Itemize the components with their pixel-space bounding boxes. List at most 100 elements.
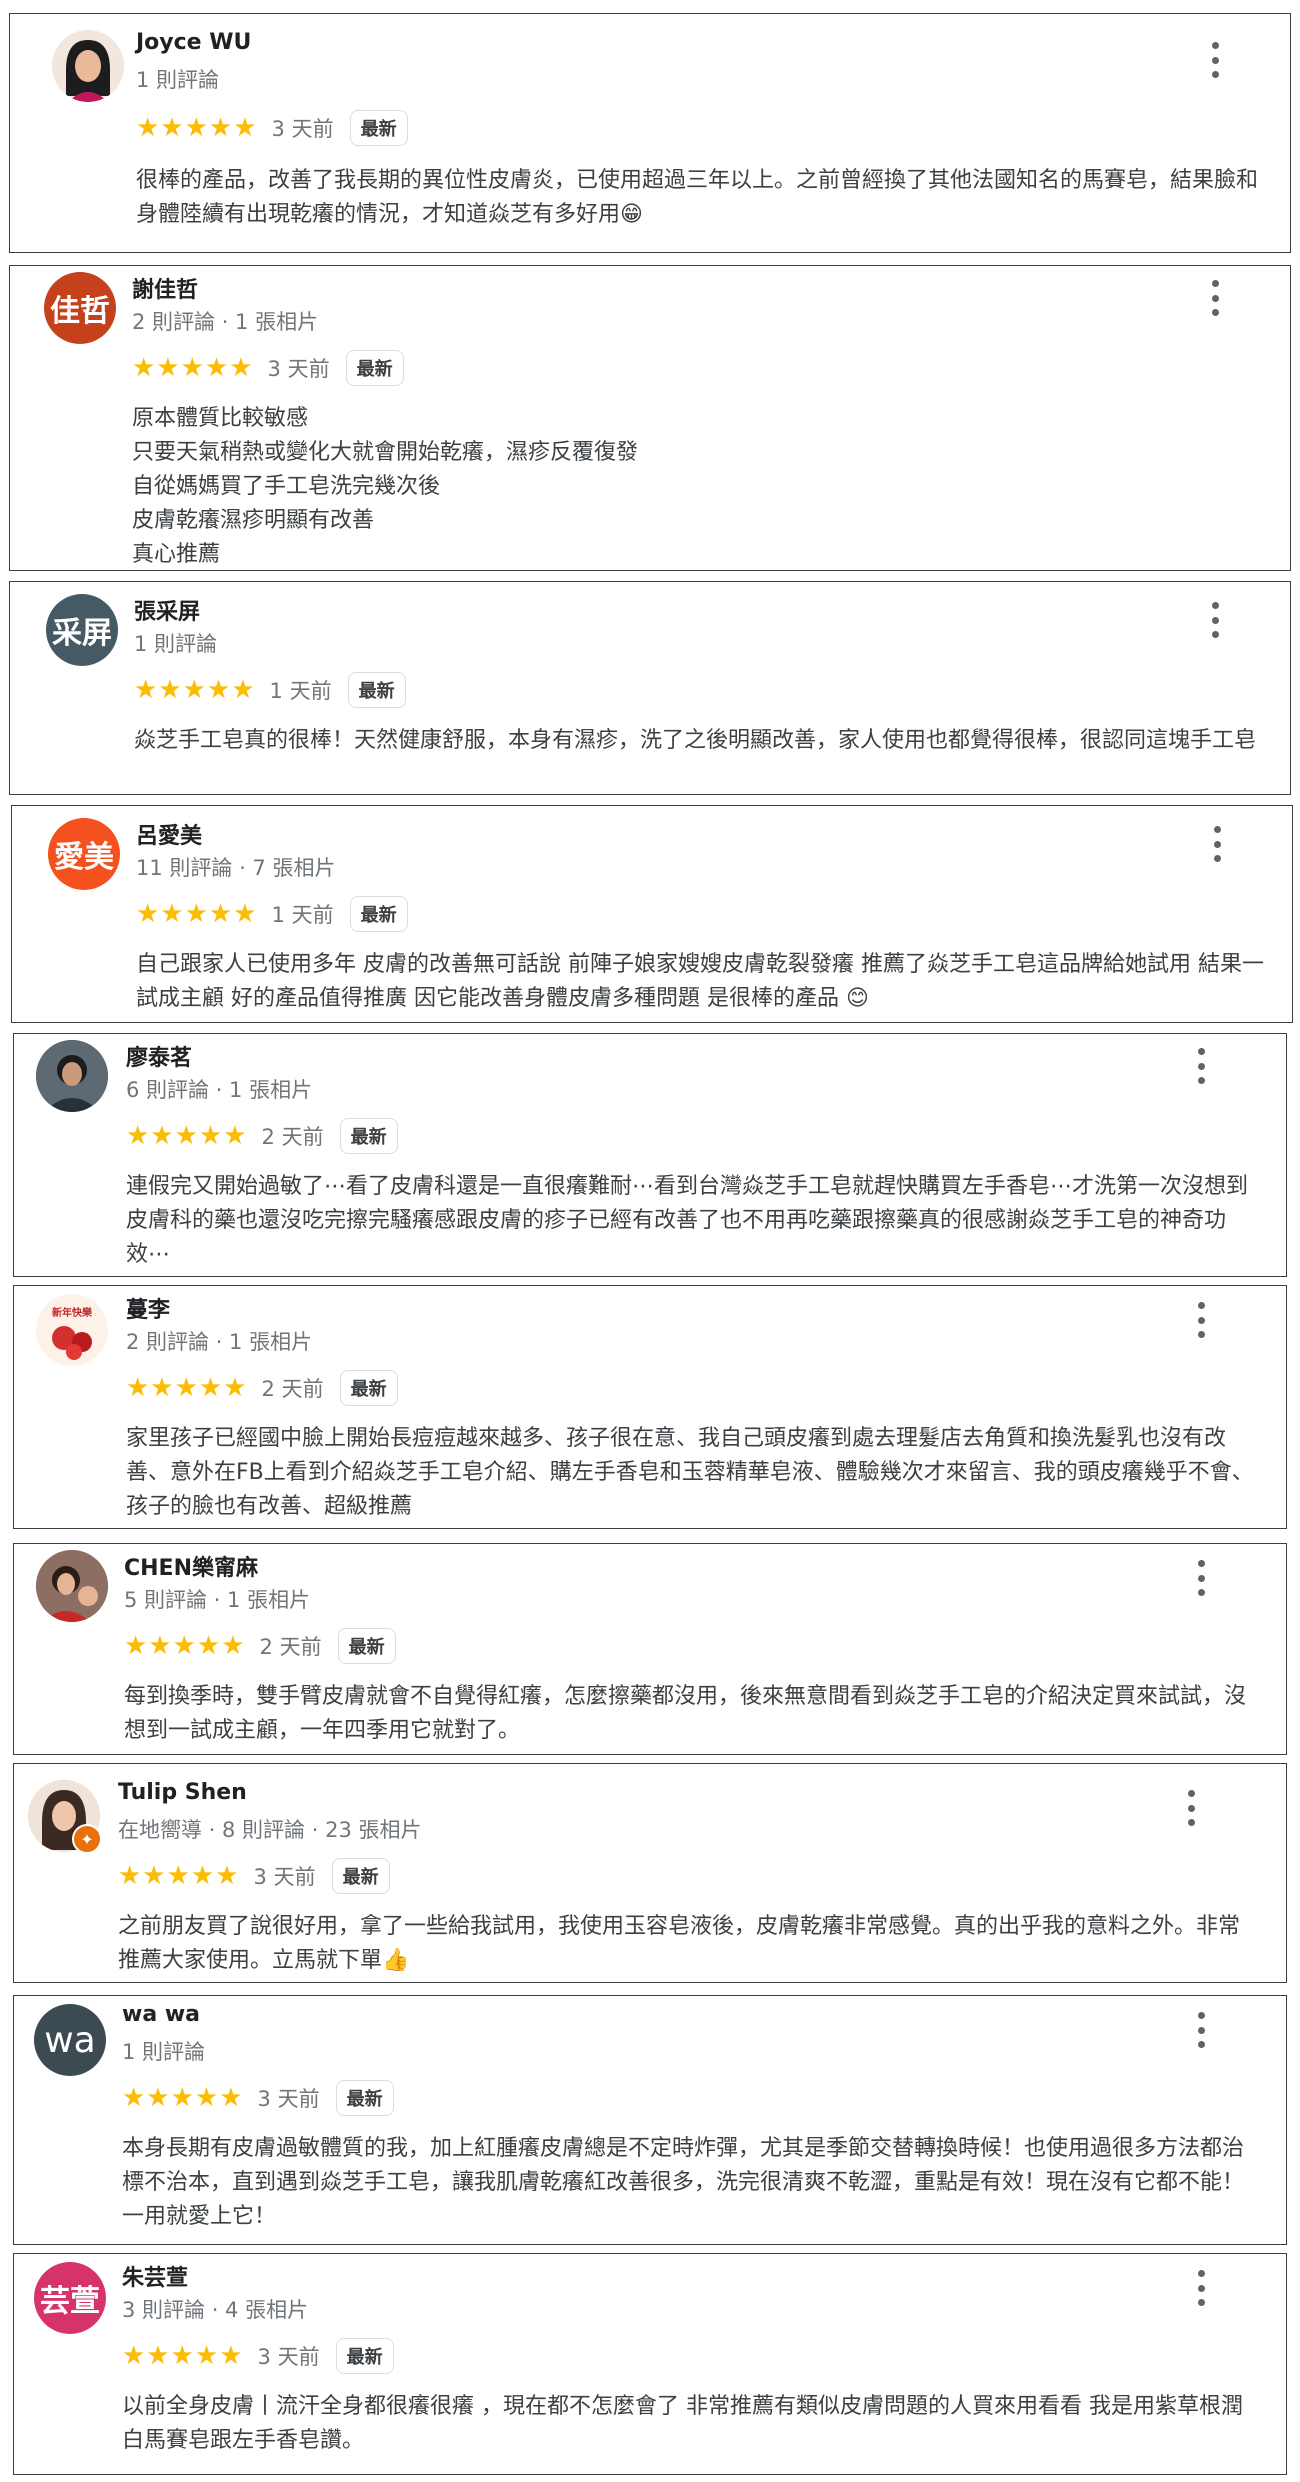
reviewer-name[interactable]: 謝佳哲 bbox=[132, 272, 198, 304]
rating-row: ★★★★★ 3 天前 最新 bbox=[132, 350, 404, 386]
review-text: 連假完又開始過敏了⋯看了皮膚科還是一直很癢難耐⋯看到台灣焱芝手工皂就趕快購買左手… bbox=[126, 1174, 1249, 1267]
more-options-icon[interactable] bbox=[1212, 826, 1222, 862]
more-options-icon[interactable] bbox=[1196, 1560, 1206, 1596]
star-rating: ★★★★★ bbox=[134, 675, 256, 705]
avatar[interactable]: wa bbox=[34, 2004, 106, 2076]
latest-badge: 最新 bbox=[339, 1118, 398, 1154]
avatar[interactable]: 佳哲 bbox=[44, 272, 116, 344]
review-card: 新年快樂 蔓李 2 則評論 · 1 張相片 ★★★★★ 2 天前 最新 家里孩子… bbox=[13, 1285, 1287, 1529]
reviewer-name[interactable]: Tulip Shen bbox=[118, 1780, 247, 1805]
reviewer-name[interactable]: 廖泰茗 bbox=[126, 1040, 192, 1072]
review-card: ✦ Tulip Shen 在地嚮導 · 8 則評論 · 23 張相片 ★★★★★… bbox=[13, 1763, 1287, 1983]
avatar[interactable] bbox=[36, 1550, 108, 1622]
review-time: 3 天前 bbox=[271, 117, 334, 141]
review-text: 自己跟家人已使用多年 皮膚的改善無可話說 前陣子娘家嫂嫂皮膚乾裂發癢 推薦了焱芝… bbox=[136, 952, 1264, 1011]
review-card: 佳哲 謝佳哲 2 則評論 · 1 張相片 ★★★★★ 3 天前 最新 原本體質比… bbox=[9, 265, 1291, 571]
more-options-icon[interactable] bbox=[1196, 2012, 1206, 2048]
avatar[interactable] bbox=[52, 30, 124, 102]
reviewer-name[interactable]: 張采屏 bbox=[134, 594, 200, 626]
avatar-initials: 采屏 bbox=[52, 616, 112, 651]
latest-badge: 最新 bbox=[331, 1858, 390, 1894]
reviewer-name[interactable]: 朱芸萱 bbox=[122, 2260, 188, 2292]
review-text: 之前朋友買了說很好用，拿了一些給我試用，我使用玉容皂液後，皮膚乾癢非常感覺。真的… bbox=[118, 1914, 1241, 1973]
review-time: 3 天前 bbox=[267, 357, 330, 381]
rating-row: ★★★★★ 3 天前 最新 bbox=[136, 110, 408, 146]
reviewer-meta: 6 則評論 · 1 張相片 bbox=[126, 1078, 313, 1102]
star-rating: ★★★★★ bbox=[122, 2341, 244, 2371]
review-card: CHEN樂甯麻 5 則評論 · 1 張相片 ★★★★★ 2 天前 最新 每到換季… bbox=[13, 1543, 1287, 1755]
rating-row: ★★★★★ 2 天前 最新 bbox=[126, 1118, 398, 1154]
review-time: 3 天前 bbox=[257, 2345, 320, 2369]
reviewer-meta: 11 則評論 · 7 張相片 bbox=[136, 856, 336, 880]
reviewer-meta: 5 則評論 · 1 張相片 bbox=[124, 1588, 311, 1612]
reviewer-meta: 1 則評論 bbox=[134, 632, 218, 656]
reviewer-meta: 2 則評論 · 1 張相片 bbox=[126, 1330, 313, 1354]
more-options-icon[interactable] bbox=[1196, 1048, 1206, 1084]
review-time: 2 天前 bbox=[259, 1635, 322, 1659]
star-rating: ★★★★★ bbox=[126, 1373, 248, 1403]
review-text: 每到換季時，雙手臂皮膚就會不自覺得紅癢，怎麼擦藥都沒用，後來無意間看到焱芝手工皂… bbox=[124, 1684, 1247, 1743]
avatar-initials: wa bbox=[44, 2019, 96, 2061]
latest-badge: 最新 bbox=[335, 2080, 394, 2116]
avatar[interactable]: 新年快樂 bbox=[36, 1294, 108, 1366]
latest-badge: 最新 bbox=[347, 672, 406, 708]
review-text: 焱芝手工皂真的很棒！天然健康舒服，本身有濕疹，洗了之後明顯改善，家人使用也都覺得… bbox=[134, 728, 1257, 753]
more-options-icon[interactable] bbox=[1210, 42, 1220, 78]
review-text: 原本體質比較敏感 只要天氣稍熱或變化大就會開始乾癢，濕疹反覆復發 自從媽媽買了手… bbox=[132, 406, 639, 567]
review-card: 采屏 張采屏 1 則評論 ★★★★★ 1 天前 最新 焱芝手工皂真的很棒！天然健… bbox=[9, 581, 1291, 795]
latest-badge: 最新 bbox=[335, 2338, 394, 2374]
review-text: 很棒的產品，改善了我長期的異位性皮膚炎，已使用超過三年以上。之前曾經換了其他法國… bbox=[136, 168, 1259, 227]
rating-row: ★★★★★ 3 天前 最新 bbox=[122, 2080, 394, 2116]
more-options-icon[interactable] bbox=[1196, 1302, 1206, 1338]
latest-badge: 最新 bbox=[337, 1628, 396, 1664]
avatar-initials: 佳哲 bbox=[50, 294, 110, 329]
avatar[interactable]: 采屏 bbox=[46, 594, 118, 666]
reviewer-name[interactable]: Joyce WU bbox=[136, 30, 251, 55]
reviewer-meta: 1 則評論 bbox=[136, 68, 220, 92]
review-time: 1 天前 bbox=[271, 903, 334, 927]
star-rating: ★★★★★ bbox=[136, 113, 258, 143]
avatar[interactable]: 愛美 bbox=[48, 818, 120, 890]
review-card: 廖泰茗 6 則評論 · 1 張相片 ★★★★★ 2 天前 最新 連假完又開始過敏… bbox=[13, 1033, 1287, 1277]
avatar[interactable]: 芸萱 bbox=[34, 2262, 106, 2334]
review-time: 2 天前 bbox=[261, 1377, 324, 1401]
more-options-icon[interactable] bbox=[1196, 2270, 1206, 2306]
avatar-initials: 芸萱 bbox=[40, 2284, 100, 2319]
star-rating: ★★★★★ bbox=[132, 353, 254, 383]
latest-badge: 最新 bbox=[349, 110, 408, 146]
review-time: 2 天前 bbox=[261, 1125, 324, 1149]
rating-row: ★★★★★ 2 天前 最新 bbox=[126, 1370, 398, 1406]
more-options-icon[interactable] bbox=[1210, 280, 1220, 316]
reviewer-name[interactable]: 呂愛美 bbox=[136, 818, 202, 850]
star-rating: ★★★★★ bbox=[118, 1861, 240, 1891]
review-card: 愛美 呂愛美 11 則評論 · 7 張相片 ★★★★★ 1 天前 最新 自己跟家… bbox=[11, 805, 1293, 1023]
star-rating: ★★★★★ bbox=[126, 1121, 248, 1151]
latest-badge: 最新 bbox=[349, 896, 408, 932]
avatar[interactable] bbox=[36, 1040, 108, 1112]
review-card: Joyce WU 1 則評論 ★★★★★ 3 天前 最新 很棒的產品，改善了我長… bbox=[9, 13, 1291, 253]
review-time: 1 天前 bbox=[269, 679, 332, 703]
review-card: wa wa wa 1 則評論 ★★★★★ 3 天前 最新 本身長期有皮膚過敏體質… bbox=[13, 1995, 1287, 2245]
rating-row: ★★★★★ 1 天前 最新 bbox=[136, 896, 408, 932]
reviewer-meta: 2 則評論 · 1 張相片 bbox=[132, 310, 319, 334]
review-time: 3 天前 bbox=[257, 2087, 320, 2111]
review-card: 芸萱 朱芸萱 3 則評論 · 4 張相片 ★★★★★ 3 天前 最新 以前全身皮… bbox=[13, 2253, 1287, 2475]
svg-text:新年快樂: 新年快樂 bbox=[52, 1306, 93, 1319]
star-rating: ★★★★★ bbox=[124, 1631, 246, 1661]
reviewer-name[interactable]: CHEN樂甯麻 bbox=[124, 1550, 258, 1582]
local-guide-icon: ✦ bbox=[72, 1824, 102, 1854]
reviewer-name[interactable]: 蔓李 bbox=[126, 1292, 170, 1324]
reviewer-name[interactable]: wa wa bbox=[122, 2002, 200, 2027]
more-options-icon[interactable] bbox=[1186, 1790, 1196, 1826]
reviewer-meta: 1 則評論 bbox=[122, 2040, 206, 2064]
rating-row: ★★★★★ 2 天前 最新 bbox=[124, 1628, 396, 1664]
more-options-icon[interactable] bbox=[1210, 602, 1220, 638]
star-rating: ★★★★★ bbox=[136, 899, 258, 929]
latest-badge: 最新 bbox=[339, 1370, 398, 1406]
rating-row: ★★★★★ 1 天前 最新 bbox=[134, 672, 406, 708]
avatar-initials: 愛美 bbox=[54, 840, 114, 875]
review-text: 以前全身皮膚丨流汗全身都很癢很癢 ，現在都不怎麼會了 非常推薦有類似皮膚問題的人… bbox=[122, 2394, 1243, 2453]
avatar[interactable]: ✦ bbox=[28, 1780, 102, 1854]
review-text: 家里孩子已經國中臉上開始長痘痘越來越多、孩子很在意、我自己頭皮癢到處去理髮店去角… bbox=[126, 1426, 1254, 1519]
review-text: 本身長期有皮膚過敏體質的我，加上紅腫癢皮膚總是不定時炸彈，尤其是季節交替轉換時候… bbox=[122, 2136, 1245, 2229]
